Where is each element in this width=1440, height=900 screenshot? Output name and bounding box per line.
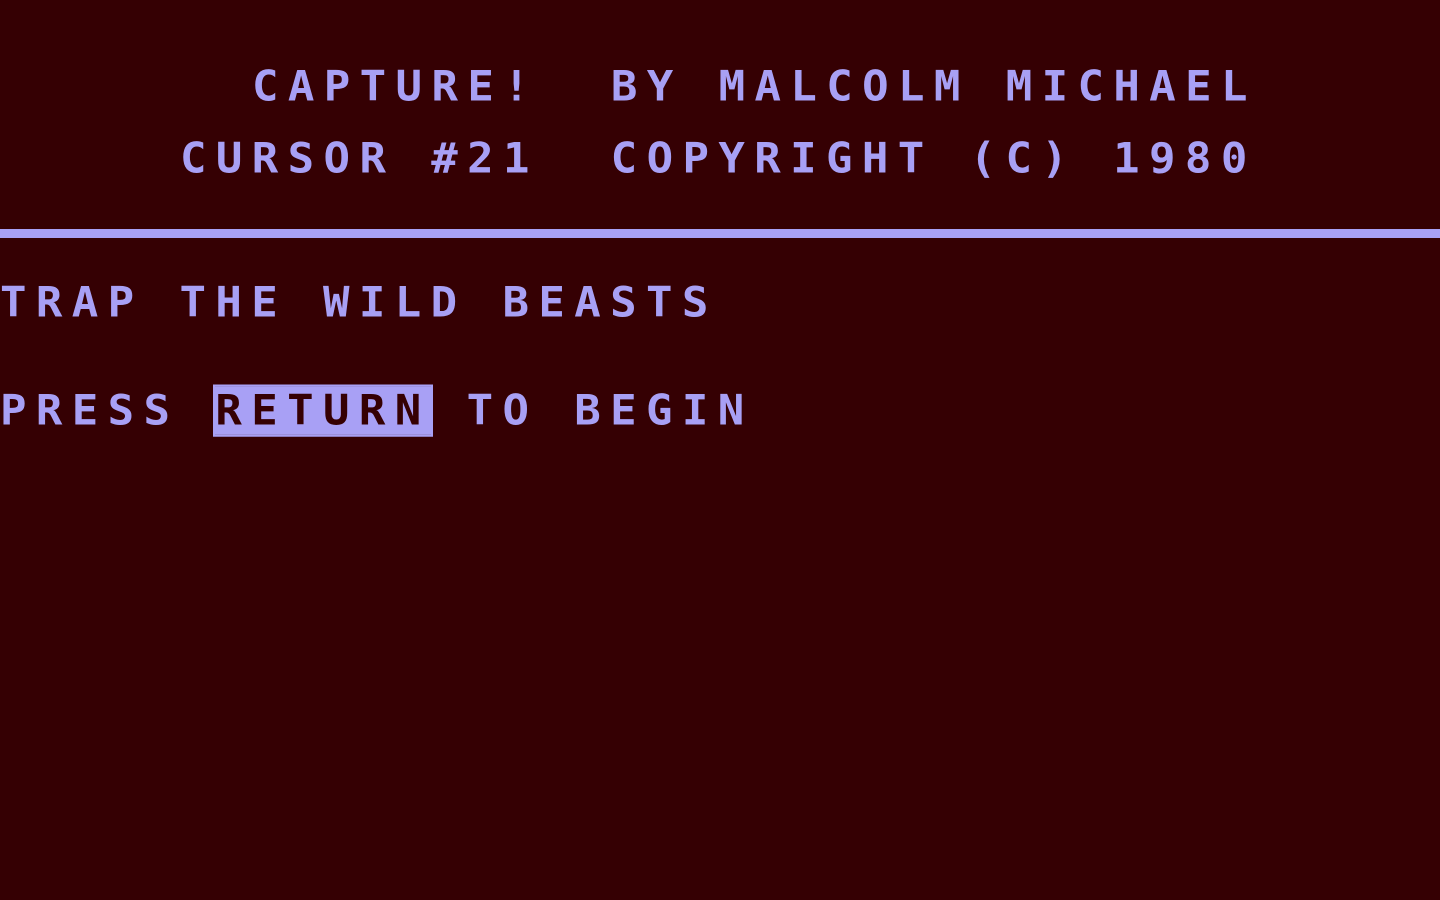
divider [0,229,1440,238]
prompt-prefix: PRESS [0,386,216,435]
prompt-suffix: TO BEGIN [430,386,754,435]
tagline: TRAP THE WILD BEASTS [0,278,718,327]
start-prompt: PRESS RETURN TO BEGIN [0,384,754,437]
game-title: CAPTURE! BY MALCOLM MICHAEL [252,62,1257,111]
return-key[interactable]: RETURN [213,384,433,437]
credit-line: CURSOR #21 COPYRIGHT (C) 1980 [180,134,1257,183]
